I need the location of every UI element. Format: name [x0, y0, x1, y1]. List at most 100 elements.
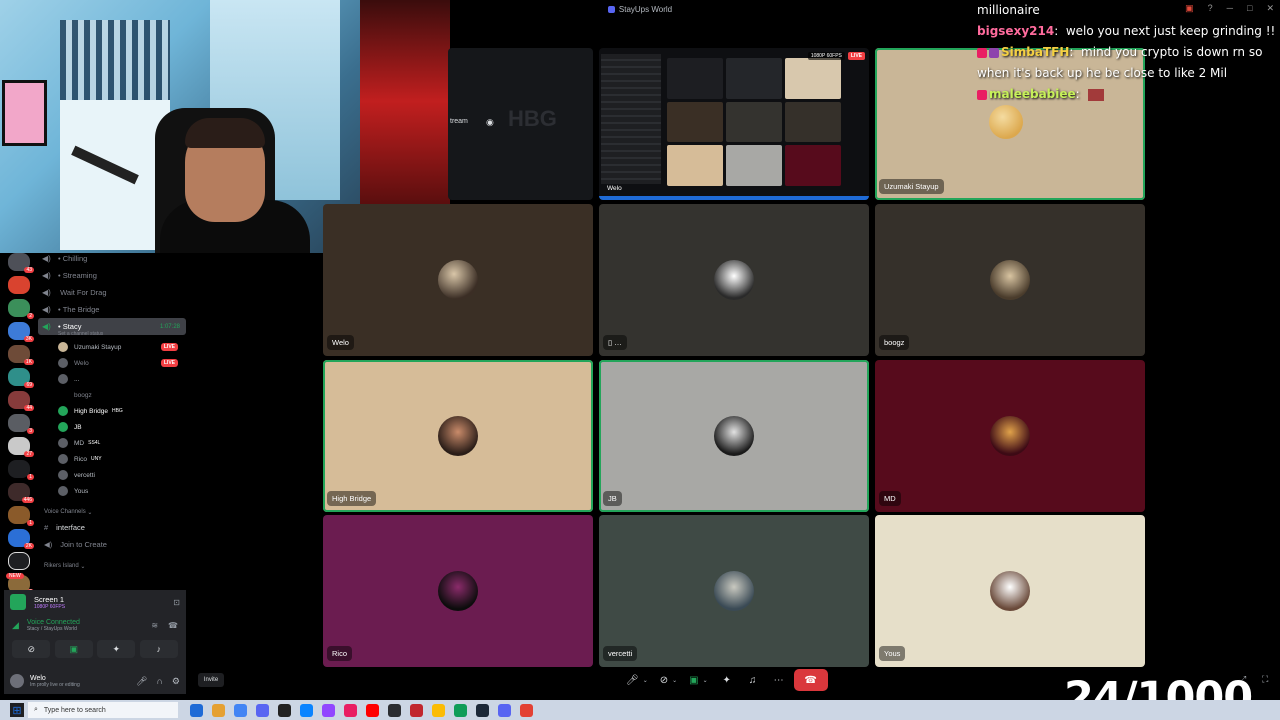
chrome-icon[interactable]	[234, 703, 247, 717]
app-icon[interactable]	[388, 703, 401, 717]
participant-tile[interactable]: MD	[875, 360, 1145, 512]
live-stream-tile[interactable]: 1080P 60FPS LIVE Welo	[599, 48, 869, 200]
text-channel[interactable]: # interface	[38, 519, 186, 536]
voice-channel[interactable]: ◀) • Chilling	[38, 250, 186, 267]
server-icon[interactable]: 69	[8, 368, 34, 388]
voice-channel[interactable]: ◀) • The Bridge	[38, 301, 186, 318]
avatar	[58, 406, 68, 416]
taskbar-search[interactable]: ⌕ Type here to search	[28, 702, 178, 718]
files-icon[interactable]	[212, 703, 225, 717]
voice-channel[interactable]: ◀) Wait For Drag	[38, 284, 186, 301]
mobile-device-icon: ▯ …	[603, 335, 627, 350]
server-icon[interactable]: 44	[8, 391, 34, 411]
voice-member[interactable]: ...	[38, 371, 186, 387]
mic-icon[interactable]: 🎤︎	[136, 676, 147, 687]
headphones-icon[interactable]: ∩	[156, 676, 162, 687]
discord-icon[interactable]	[256, 703, 269, 717]
server-icon[interactable]: 2K	[8, 529, 34, 549]
noise-suppression-icon[interactable]: ≋	[151, 621, 158, 630]
participant-avatar	[438, 260, 478, 300]
participant-avatar	[714, 260, 754, 300]
chevron-down-icon[interactable]: ⌄	[672, 677, 677, 684]
activities-button[interactable]: ✦	[716, 669, 738, 691]
avatar	[58, 438, 68, 448]
server-icon[interactable]	[8, 276, 30, 294]
edge-icon[interactable]	[300, 703, 313, 717]
server-icon[interactable]: 446	[8, 483, 34, 503]
server-icon[interactable]: 1	[8, 460, 34, 480]
server-icon[interactable]	[8, 552, 30, 570]
screen-share-button[interactable]: ▣ ⌄	[685, 669, 711, 691]
voice-status[interactable]: Voice Connected	[27, 619, 80, 626]
screen-share-button[interactable]: ▣	[54, 640, 93, 658]
chevron-down-icon[interactable]: ⌄	[643, 677, 648, 684]
voice-member[interactable]: Yous	[38, 483, 186, 499]
participant-tile[interactable]: JB	[599, 360, 869, 512]
adobe-icon[interactable]	[410, 703, 423, 717]
discord-icon[interactable]	[498, 703, 511, 717]
new-badge: NEW	[6, 573, 24, 579]
invite-button[interactable]: Invite	[198, 673, 224, 687]
user-status: Im prolly live or editing	[30, 681, 80, 688]
windows-start-icon[interactable]: ⊞	[10, 703, 24, 717]
obs-icon[interactable]	[278, 703, 291, 717]
chat-message: bigsexy214: welo you next just keep grin…	[977, 24, 1276, 38]
steam-icon[interactable]	[476, 703, 489, 717]
participant-tile[interactable]: High Bridge	[323, 360, 593, 512]
settings-gear-icon[interactable]: ⚙	[172, 676, 180, 687]
stop-share-icon[interactable]: ⊡	[173, 598, 180, 607]
app-icon[interactable]	[520, 703, 533, 717]
channel-status[interactable]: Set a channel status	[38, 331, 186, 339]
server-icon[interactable]: 1	[8, 506, 34, 526]
camera-off-button[interactable]: ⊘	[12, 640, 51, 658]
voice-member[interactable]: Welo LIVE	[38, 355, 186, 371]
mute-button[interactable]: 🎤︎ ⌄	[622, 669, 652, 691]
voice-member[interactable]: JB	[38, 419, 186, 435]
camera-button[interactable]: ⊘ ⌄	[656, 669, 681, 691]
category-rikers-island[interactable]: Rikers Island ⌄	[38, 559, 186, 573]
participant-tile[interactable]: Rico	[323, 515, 593, 667]
app-icon[interactable]	[344, 703, 357, 717]
server-icon[interactable]: 43	[8, 253, 34, 273]
category-voice-channels[interactable]: Voice Channels ⌄	[38, 505, 186, 519]
voice-member[interactable]: Uzumaki Stayup LIVE	[38, 339, 186, 355]
server-icon[interactable]: 27	[8, 437, 34, 457]
participant-tile[interactable]: Yous	[875, 515, 1145, 667]
watch-icon[interactable]: ◉	[486, 117, 494, 128]
participant-tile[interactable]: vercetti	[599, 515, 869, 667]
quality-badge: 1080P 60FPS	[807, 52, 845, 60]
participant-tile[interactable]: boogz	[875, 204, 1145, 356]
disconnect-icon[interactable]: ☎	[168, 621, 178, 630]
participant-avatar	[990, 260, 1030, 300]
participant-tile[interactable]: Welo	[323, 204, 593, 356]
server-icon[interactable]: 1K	[8, 345, 34, 365]
channel-name: Streaming	[62, 271, 97, 280]
stream-label: tream	[450, 118, 468, 125]
voice-channel[interactable]: ◀) Join to Create	[38, 536, 186, 553]
fullscreen-icon[interactable]: ⛶	[1262, 674, 1268, 685]
more-options-button[interactable]: ⋯	[768, 669, 790, 691]
twitch-icon[interactable]	[322, 703, 335, 717]
server-icon[interactable]: 2	[8, 299, 34, 319]
voice-member[interactable]: MD SS4L	[38, 435, 186, 451]
soundboard-button[interactable]: ♪	[139, 640, 178, 658]
server-icon[interactable]: 3	[8, 414, 34, 434]
taskview-icon[interactable]	[190, 703, 203, 717]
participant-tile[interactable]: ▯ …	[599, 204, 869, 356]
end-call-button[interactable]: ☎	[793, 669, 828, 691]
voice-member[interactable]: Rico UNY	[38, 451, 186, 467]
youtube-icon[interactable]	[366, 703, 379, 717]
voice-member[interactable]: High Bridge HBG	[38, 403, 186, 419]
live-badge: LIVE	[847, 52, 865, 60]
voice-member[interactable]: boogz	[38, 387, 186, 403]
soundboard-button[interactable]: ♫	[742, 669, 764, 691]
chevron-down-icon[interactable]: ⌄	[703, 677, 708, 684]
voice-member[interactable]: vercetti	[38, 467, 186, 483]
server-icon[interactable]: 3K	[8, 322, 34, 342]
app-icon[interactable]	[454, 703, 467, 717]
user-avatar[interactable]	[10, 674, 24, 688]
activities-button[interactable]: ✦	[97, 640, 136, 658]
stream-preview-tile[interactable]: HBG tream ◉	[448, 48, 593, 200]
voice-channel[interactable]: ◀) • Streaming	[38, 267, 186, 284]
chrome-icon[interactable]	[432, 703, 445, 717]
